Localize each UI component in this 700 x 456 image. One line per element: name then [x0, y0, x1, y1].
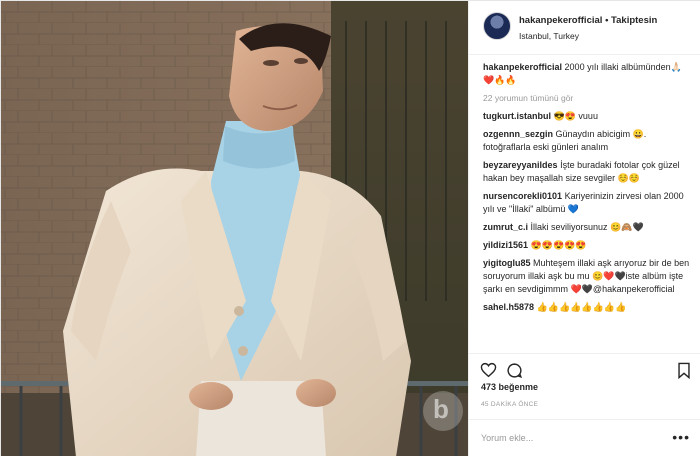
avatar[interactable] [483, 12, 511, 40]
comment-item: yigitoglu85 Muhteşem illaki aşk arıyoruz… [483, 257, 692, 296]
comment-username[interactable]: ozgennn_sezgin [483, 129, 553, 139]
likes-count[interactable]: 473 beğenme [481, 382, 538, 392]
comment-item: tugkurt.istanbul 😎😍 vuuu [483, 110, 692, 123]
post-timestamp[interactable]: 45 DAKİKA ÖNCE [481, 401, 538, 408]
more-options-icon[interactable]: ••• [672, 429, 690, 445]
follow-status-button[interactable]: Takiptesin [611, 15, 657, 26]
header-title: hakanpekerofficial • Takiptesin [519, 15, 657, 26]
post-sidebar: hakanpekerofficial • Takiptesin Istanbul… [468, 1, 700, 456]
comment-item: yildizi1561 😍😍😍😍😍 [483, 239, 692, 252]
comment-icon[interactable] [505, 361, 523, 379]
comment-username[interactable]: beyzareyyanildes [483, 160, 558, 170]
comment-text: 😎😍 vuuu [553, 111, 598, 121]
header-username[interactable]: hakanpekerofficial [519, 15, 602, 26]
watermark-logo: b [433, 394, 449, 424]
comment-text: 👍👍👍👍👍👍👍👍 [536, 302, 627, 312]
comment-username[interactable]: yigitoglu85 [483, 258, 531, 268]
comment-item: zumrut_c.i İllaki seviliyorsunuz 😊🙈🖤 [483, 221, 692, 234]
comment-item: nursencorekli0101 Kariyerinizin zirvesi … [483, 190, 692, 216]
comment-username[interactable]: tugkurt.istanbul [483, 111, 551, 121]
caption: hakanpekerofficial 2000 yılı illaki albü… [483, 61, 692, 87]
view-all-comments-link[interactable]: 22 yorumun tümünü gör [483, 92, 692, 104]
heart-icon[interactable] [479, 361, 497, 379]
comment-text: İllaki seviliyorsunuz 😊🙈🖤 [530, 222, 644, 232]
post-actions [469, 353, 700, 383]
bookmark-icon[interactable] [675, 361, 693, 379]
location-link[interactable]: Istanbul, Turkey [519, 31, 579, 41]
comment-text: 😍😍😍😍😍 [530, 240, 587, 250]
comment-username[interactable]: zumrut_c.i [483, 222, 528, 232]
comments-list: hakanpekerofficial 2000 yılı illaki albü… [469, 61, 700, 351]
add-comment-bar: Yorum ekle... ••• [469, 419, 700, 456]
comment-username[interactable]: sahel.h5878 [483, 302, 534, 312]
comment-username[interactable]: nursencorekli0101 [483, 191, 562, 201]
add-comment-input[interactable]: Yorum ekle... [481, 433, 533, 443]
post-header: hakanpekerofficial • Takiptesin Istanbul… [469, 1, 700, 55]
caption-username[interactable]: hakanpekerofficial [483, 62, 562, 72]
comment-item: sahel.h5878 👍👍👍👍👍👍👍👍 [483, 301, 692, 314]
instagram-post: b hakanpekerofficial • Takiptesin Istanb… [0, 0, 700, 456]
header-separator: • [605, 15, 609, 26]
comment-item: ozgennn_sezgin Günaydın abicigim 😀. foto… [483, 128, 692, 154]
comment-username[interactable]: yildizi1561 [483, 240, 528, 250]
comment-item: beyzareyyanildes İşte buradaki fotolar ç… [483, 159, 692, 185]
post-photo[interactable]: b [1, 1, 468, 456]
